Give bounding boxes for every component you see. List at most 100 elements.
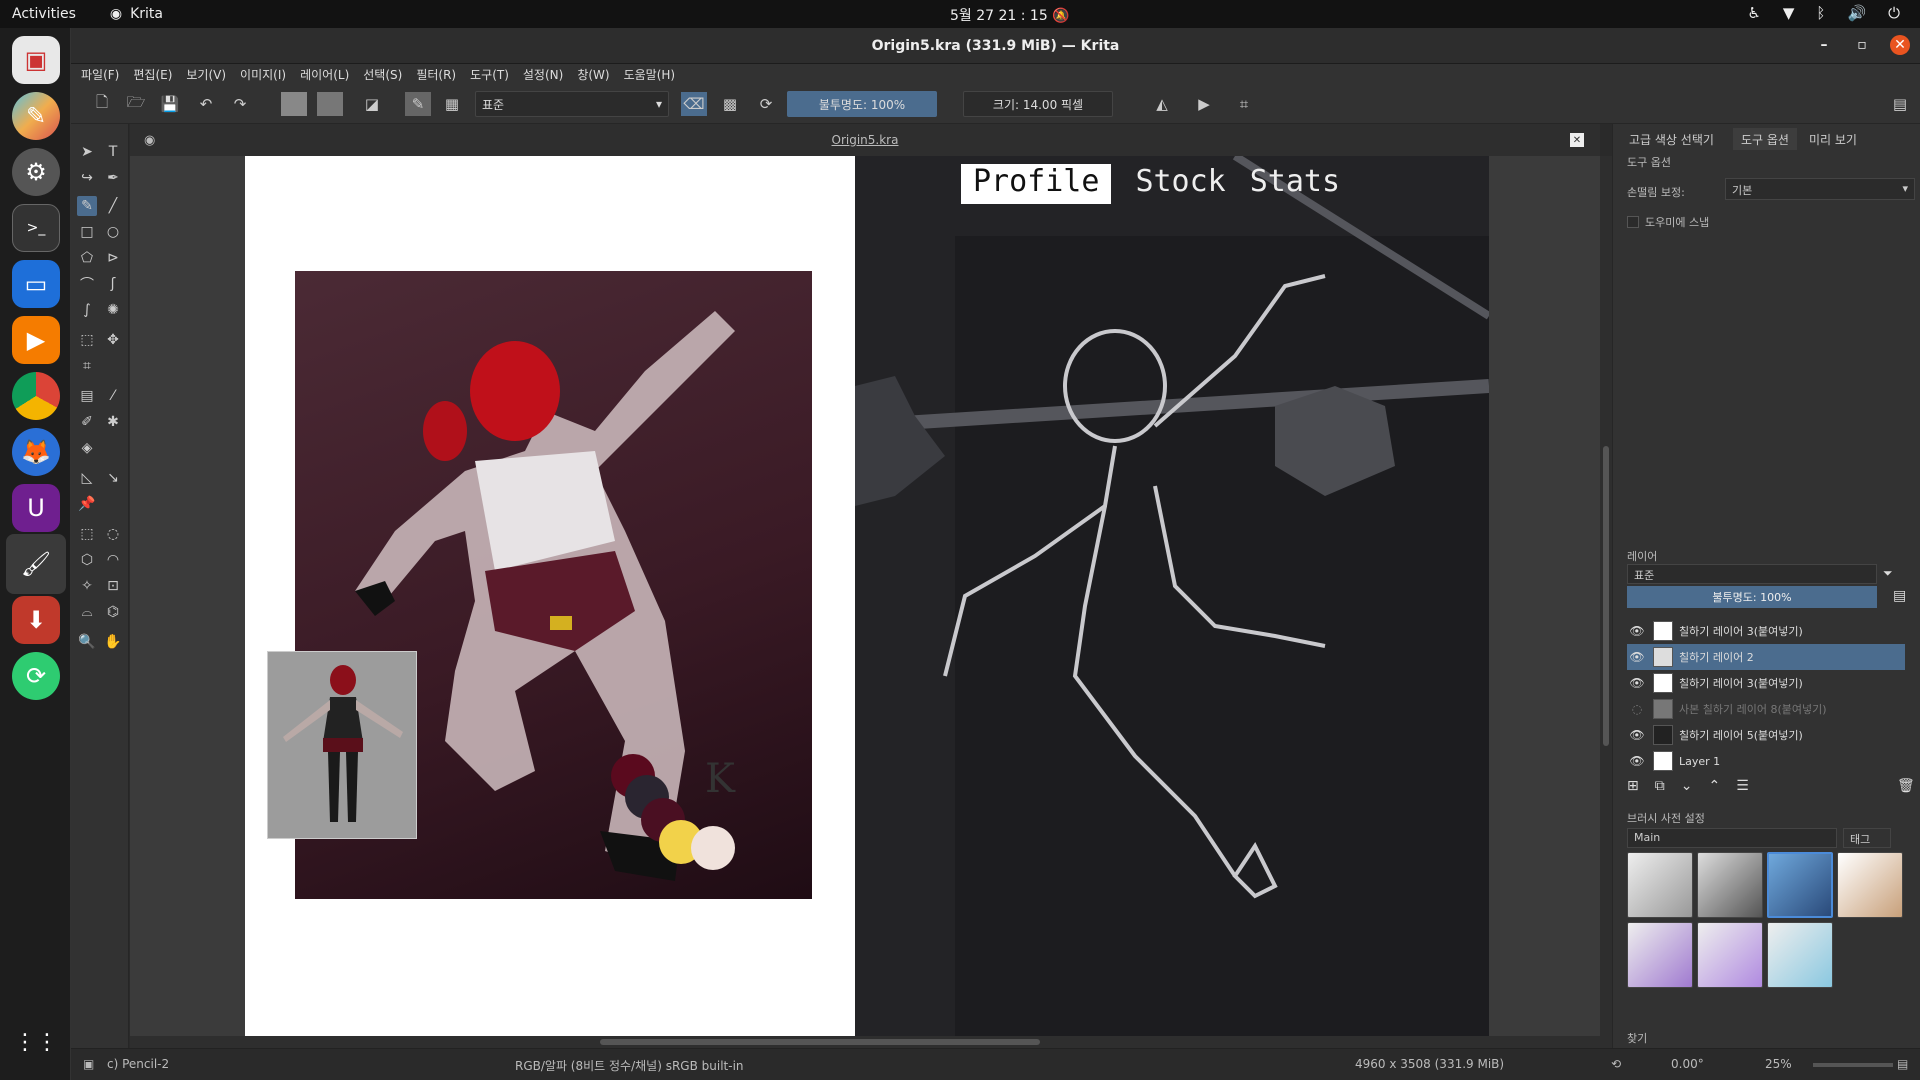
layer-row[interactable]: 👁 Layer 1 xyxy=(1627,748,1905,774)
layer-row-selected[interactable]: 👁 칠하기 레이어 2 xyxy=(1627,644,1905,670)
system-tray[interactable]: ♿ ▼ ᛒ 🔊 ⏻ xyxy=(1747,4,1900,22)
vertical-scroll-thumb[interactable] xyxy=(1603,446,1609,746)
minimize-button[interactable]: – xyxy=(1814,35,1834,55)
polygon-tool-icon[interactable]: ⬠ xyxy=(77,248,97,268)
color-app-icon[interactable]: ✎ xyxy=(12,92,60,140)
new-document-icon[interactable]: 🗋 xyxy=(91,92,113,116)
undo-icon[interactable]: ↶ xyxy=(195,92,217,116)
fill-patterns-button[interactable] xyxy=(317,92,343,116)
bezier-tool-icon[interactable]: ⌒ xyxy=(77,274,97,294)
similar-select-icon[interactable]: ⊡ xyxy=(103,576,123,596)
transform-tool-icon[interactable]: ⬚ xyxy=(77,330,97,350)
layer-row[interactable]: 👁 칠하기 레이어 5(붙여넣기) xyxy=(1627,722,1905,748)
move-tool-icon[interactable]: ✥ xyxy=(103,330,123,350)
size-slider[interactable]: 크기: 14.00 픽셀 xyxy=(963,91,1113,117)
move-layer-down-icon[interactable]: ⌄ xyxy=(1681,778,1693,794)
layer-row[interactable]: 👁 칠하기 레이어 3(붙여넣기) xyxy=(1627,670,1905,696)
layer-settings-icon[interactable]: ☰ xyxy=(1736,778,1749,794)
accessibility-icon[interactable]: ♿ xyxy=(1747,4,1760,22)
text-tool-icon[interactable]: T xyxy=(103,142,123,162)
select-shapes-icon[interactable]: ➤ xyxy=(77,142,97,162)
delete-layer-icon[interactable]: 🗑 xyxy=(1897,778,1915,794)
volume-icon[interactable]: 🔊 xyxy=(1847,4,1866,22)
screenshot-app-icon[interactable]: ▣ xyxy=(12,36,60,84)
downloader-icon[interactable]: ⬇ xyxy=(12,596,60,644)
document-canvas[interactable]: K Profile Stock Stats xyxy=(245,156,1489,1036)
snap-assistant-row[interactable]: 도우미에 스냅 xyxy=(1627,214,1709,230)
visibility-icon[interactable]: 👁 xyxy=(1627,754,1647,768)
line-tool-icon[interactable]: ╱ xyxy=(103,196,123,216)
rotation-icon[interactable]: ⟲ xyxy=(1611,1057,1621,1071)
move-layer-up-icon[interactable]: ⌃ xyxy=(1708,778,1720,794)
swap-colors-icon[interactable]: ◪ xyxy=(359,92,385,116)
bezier-select-icon[interactable]: ⌓ xyxy=(77,602,97,622)
smoothing-select[interactable]: 기본 ▾ xyxy=(1725,178,1915,200)
preserve-alpha-icon[interactable]: ▩ xyxy=(717,92,743,116)
menu-edit[interactable]: 편집(E) xyxy=(133,66,172,83)
reference-images-icon[interactable]: 📌 xyxy=(77,494,97,514)
redo-icon[interactable]: ↷ xyxy=(229,92,251,116)
terminal-icon[interactable]: >_ xyxy=(12,204,60,252)
vertical-scrollbar[interactable] xyxy=(1600,156,1612,1048)
brush-preset-ink[interactable] xyxy=(1837,852,1903,918)
smart-patch-icon[interactable]: ✱ xyxy=(103,412,123,432)
menu-settings[interactable]: 설정(N) xyxy=(523,66,563,83)
power-icon[interactable]: ⏻ xyxy=(1888,4,1900,22)
menu-view[interactable]: 보기(V) xyxy=(186,66,226,83)
open-document-icon[interactable]: 🗁 xyxy=(125,92,147,116)
layer-row[interactable]: 👁 칠하기 레이어 3(붙여넣기) xyxy=(1627,618,1905,644)
layer-blend-select[interactable]: 표준 xyxy=(1627,564,1877,584)
ubuntu-software-icon[interactable]: U xyxy=(12,484,60,532)
contiguous-select-icon[interactable]: ✧ xyxy=(77,576,97,596)
tab-advanced-color[interactable]: 고급 색상 선택기 xyxy=(1621,128,1722,150)
clock[interactable]: 5월 27 21 : 15 🔕 xyxy=(950,5,1070,25)
opacity-slider[interactable]: 불투명도: 100% xyxy=(787,91,937,117)
horizontal-scrollbar[interactable] xyxy=(130,1036,1600,1048)
polyline-tool-icon[interactable]: ⊳ xyxy=(103,248,123,268)
visibility-icon[interactable]: 👁 xyxy=(1627,728,1647,742)
brush-preset-blender[interactable] xyxy=(1767,922,1833,988)
visibility-icon[interactable]: 👁 xyxy=(1627,650,1647,664)
menu-window[interactable]: 창(W) xyxy=(577,66,609,83)
video-app-icon[interactable]: ▶ xyxy=(12,316,60,364)
close-button[interactable]: ✕ xyxy=(1890,35,1910,55)
document-tab[interactable]: ◉ Origin5.kra ✕ xyxy=(130,124,1600,156)
brush-preset-airbrush[interactable] xyxy=(1697,852,1763,918)
filter-icon[interactable]: ⏷ xyxy=(1883,566,1893,581)
freehand-select-icon[interactable]: ◠ xyxy=(103,550,123,570)
show-apps-icon[interactable]: ⋮⋮ xyxy=(12,1018,60,1066)
colorize-mask-icon[interactable]: ✐ xyxy=(77,412,97,432)
brush-group-select[interactable]: Main xyxy=(1627,828,1837,848)
brush-preset-eraser[interactable] xyxy=(1627,852,1693,918)
activities-button[interactable]: Activities xyxy=(0,6,88,22)
maximize-button[interactable]: ▫ xyxy=(1852,35,1872,55)
mirror-vertical-icon[interactable]: ▶ xyxy=(1191,92,1217,116)
blend-mode-select[interactable]: 표준 ▾ xyxy=(475,91,669,117)
menu-help[interactable]: 도움말(H) xyxy=(624,66,676,83)
brush-editor-button[interactable]: ✎ xyxy=(405,92,431,116)
duplicate-layer-icon[interactable]: ⧉ xyxy=(1655,778,1665,794)
measure-tool-icon[interactable]: ↘ xyxy=(103,468,123,488)
menu-filter[interactable]: 필터(R) xyxy=(416,66,456,83)
brush-tag-button[interactable]: 태그 xyxy=(1843,828,1891,848)
bluetooth-icon[interactable]: ᛒ xyxy=(1816,4,1825,22)
zoom-tool-icon[interactable]: 🔍 xyxy=(77,632,97,652)
ellipse-select-icon[interactable]: ◌ xyxy=(103,524,123,544)
menu-layer[interactable]: 레이어(L) xyxy=(300,66,349,83)
pan-tool-icon[interactable]: ✋ xyxy=(103,632,123,652)
menu-file[interactable]: 파일(F) xyxy=(81,66,119,83)
menu-image[interactable]: 이미지(I) xyxy=(240,66,286,83)
status-settings-icon[interactable]: ▤ xyxy=(1897,1057,1908,1071)
assistant-tool-icon[interactable]: ◺ xyxy=(77,468,97,488)
update-icon[interactable]: ⟳ xyxy=(12,652,60,700)
fill-tool-icon[interactable]: ◈ xyxy=(77,438,97,458)
gradient-tool-icon[interactable]: ▤ xyxy=(77,386,97,406)
toolbar-settings-icon[interactable]: ▤ xyxy=(1889,92,1911,116)
menu-select[interactable]: 선택(S) xyxy=(363,66,402,83)
visibility-icon[interactable]: 👁 xyxy=(1627,676,1647,690)
brush-preset-wet[interactable] xyxy=(1697,922,1763,988)
freehand-path-icon[interactable]: ʃ xyxy=(103,274,123,294)
brush-preset-watercolor[interactable] xyxy=(1627,922,1693,988)
menu-tools[interactable]: 도구(T) xyxy=(470,66,509,83)
multibrush-icon[interactable]: ✺ xyxy=(103,300,123,320)
